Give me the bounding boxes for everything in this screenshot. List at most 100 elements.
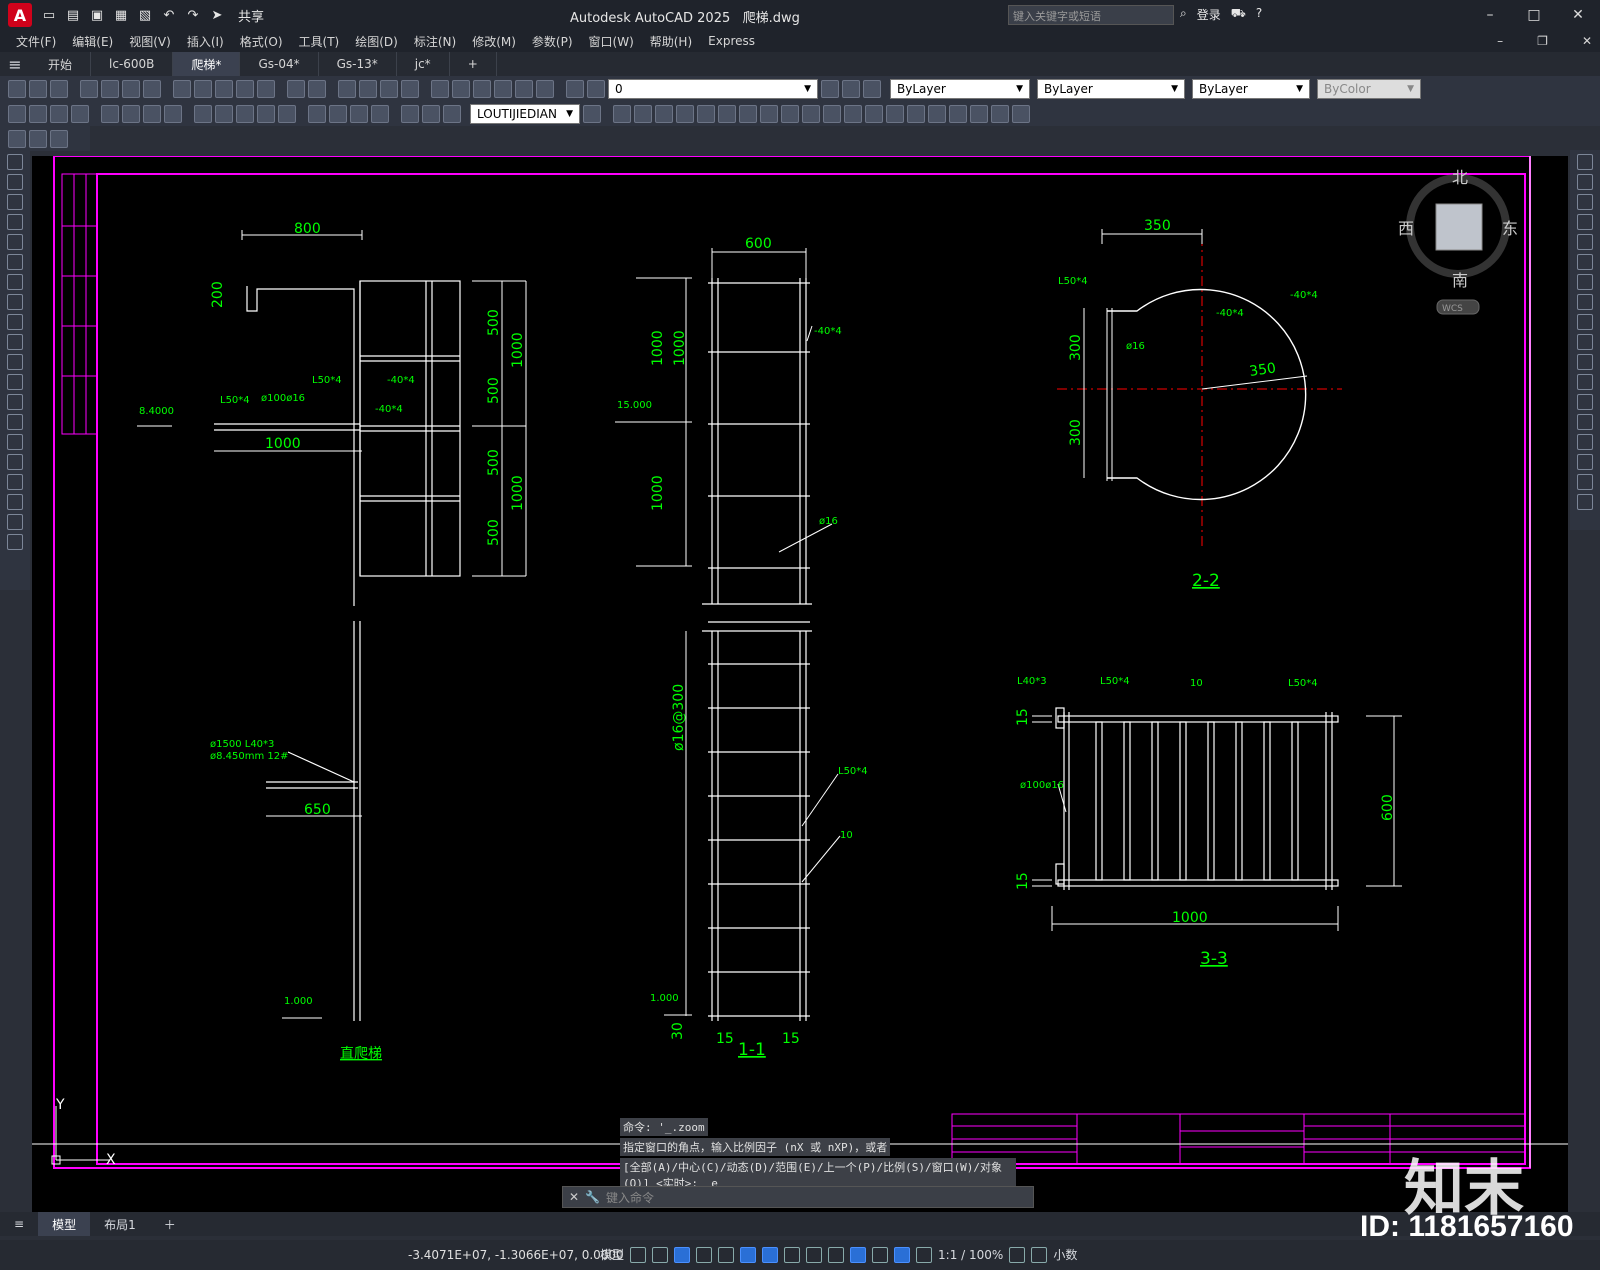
inspect-icon[interactable] <box>350 104 368 123</box>
tab-doc[interactable]: 爬梯* <box>173 52 241 76</box>
baseline-icon[interactable] <box>215 104 233 123</box>
continue-icon[interactable] <box>236 104 254 123</box>
close-cmd-icon[interactable]: ✕ <box>569 1190 579 1204</box>
tool-palette-icon[interactable] <box>473 79 491 98</box>
menu-item[interactable]: 视图(V) <box>129 33 171 50</box>
layer-props-icon[interactable] <box>566 79 584 98</box>
menu-item[interactable]: 参数(P) <box>532 33 573 50</box>
viewcube-east[interactable]: 东 <box>1502 219 1518 238</box>
minimize-button[interactable]: – <box>1468 0 1512 30</box>
scale-button[interactable]: 1:1 / 100% <box>938 1248 1003 1262</box>
hatch-icon[interactable] <box>7 434 23 450</box>
cut-icon[interactable] <box>173 79 191 98</box>
save-icon[interactable] <box>50 79 68 98</box>
point-icon[interactable] <box>7 414 23 430</box>
angular-icon[interactable] <box>164 104 182 123</box>
properties-icon[interactable] <box>431 79 449 98</box>
tab-layout1[interactable]: 布局1 <box>90 1216 150 1233</box>
zoom-icon[interactable] <box>359 79 377 98</box>
dim-update-icon[interactable] <box>443 104 461 123</box>
menu-item[interactable]: 文件(F) <box>16 33 56 50</box>
tab-doc[interactable]: jc* <box>397 52 450 76</box>
new-file-icon[interactable]: ▭ <box>40 6 58 24</box>
region-icon[interactable] <box>7 474 23 490</box>
redo-icon[interactable] <box>308 79 326 98</box>
dimstyle-dropdown[interactable]: LOUTIJIEDIAN ▼ <box>470 103 580 124</box>
otrack-icon[interactable] <box>762 1246 779 1263</box>
tab-doc[interactable]: Gs-04* <box>240 52 319 76</box>
extra-b-icon[interactable] <box>29 129 47 148</box>
gizmo-icon[interactable] <box>894 1246 911 1263</box>
units-button[interactable]: 小数 <box>1053 1246 1077 1263</box>
tool-o-icon[interactable] <box>907 104 925 123</box>
save-icon[interactable]: ▣ <box>88 6 106 24</box>
tool-l-icon[interactable] <box>844 104 862 123</box>
tab-model[interactable]: 模型 <box>38 1212 91 1236</box>
login-area[interactable]: ⌕ 登录 ⛟? <box>1180 6 1262 23</box>
snap-icon[interactable] <box>652 1246 669 1263</box>
blend-icon[interactable] <box>1577 474 1593 490</box>
model-space-button[interactable]: 模型 <box>600 1246 624 1263</box>
tool-m-icon[interactable] <box>865 104 883 123</box>
open-icon[interactable] <box>29 79 47 98</box>
tab-doc[interactable]: 开始 <box>30 52 92 76</box>
close-button[interactable]: ✕ <box>1556 0 1600 30</box>
print-icon[interactable]: ▧ <box>136 6 154 24</box>
mirror-icon[interactable] <box>1577 194 1593 210</box>
doc-minimize-button[interactable]: – <box>1497 34 1503 48</box>
circle-icon[interactable] <box>7 274 23 290</box>
gear-icon[interactable] <box>1009 1246 1026 1263</box>
menu-item[interactable]: Express <box>708 34 755 48</box>
tool-c-icon[interactable] <box>655 104 673 123</box>
extra-a-icon[interactable] <box>8 129 26 148</box>
mtext-icon[interactable] <box>7 514 23 530</box>
redo-icon[interactable]: ↷ <box>184 6 202 24</box>
trim-icon[interactable] <box>1577 334 1593 350</box>
open-folder-icon[interactable]: ▤ <box>64 6 82 24</box>
plot-icon[interactable] <box>80 79 98 98</box>
tool-g-icon[interactable] <box>739 104 757 123</box>
break-icon[interactable] <box>1577 394 1593 410</box>
rotate-icon[interactable] <box>1577 274 1593 290</box>
grid-icon[interactable] <box>630 1246 647 1263</box>
radius-icon[interactable] <box>101 104 119 123</box>
ortho-icon[interactable] <box>674 1246 691 1263</box>
quick-dim-icon[interactable] <box>194 104 212 123</box>
3dosnap-icon[interactable] <box>850 1246 867 1263</box>
command-field[interactable]: 键入命令 <box>606 1189 654 1206</box>
transparency-icon[interactable] <box>806 1246 823 1263</box>
revcloud-icon[interactable] <box>7 294 23 310</box>
login-button[interactable]: 登录 <box>1197 6 1221 23</box>
chamfer-icon[interactable] <box>1577 434 1593 450</box>
match-icon[interactable] <box>236 79 254 98</box>
plotstyle-dropdown[interactable]: ByColor ▼ <box>1317 78 1421 99</box>
add-layout-icon[interactable]: ＋ <box>150 1216 190 1233</box>
tool-h-icon[interactable] <box>760 104 778 123</box>
tool-p-icon[interactable] <box>928 104 946 123</box>
plus-icon[interactable] <box>1031 1246 1048 1263</box>
save-as-icon[interactable]: ▦ <box>112 6 130 24</box>
move-icon[interactable] <box>1577 254 1593 270</box>
jogged-icon[interactable] <box>122 104 140 123</box>
preview-icon[interactable] <box>101 79 119 98</box>
viewcube-wcs[interactable]: WCS <box>1442 304 1463 314</box>
ellipse-arc-icon[interactable] <box>7 354 23 370</box>
break-pt-icon[interactable] <box>1577 374 1593 390</box>
space-icon[interactable] <box>257 104 275 123</box>
spline-icon[interactable] <box>7 314 23 330</box>
zoom-window-icon[interactable] <box>380 79 398 98</box>
menu-item[interactable]: 帮助(H) <box>650 33 692 50</box>
tool-r-icon[interactable] <box>970 104 988 123</box>
share-icon[interactable]: ➤ <box>208 6 226 24</box>
tool-q-icon[interactable] <box>949 104 967 123</box>
tool-s-icon[interactable] <box>991 104 1009 123</box>
tool-f-icon[interactable] <box>718 104 736 123</box>
menu-item[interactable]: 标注(N) <box>414 33 456 50</box>
tool-k-icon[interactable] <box>823 104 841 123</box>
dim-text-edit-icon[interactable] <box>422 104 440 123</box>
copy-obj-icon[interactable] <box>1577 174 1593 190</box>
scale-icon[interactable] <box>1577 294 1593 310</box>
viewcube-south[interactable]: 南 <box>1452 271 1468 290</box>
doc-restore-button[interactable]: ❐ <box>1537 34 1548 48</box>
menu-item[interactable]: 绘图(D) <box>355 33 398 50</box>
